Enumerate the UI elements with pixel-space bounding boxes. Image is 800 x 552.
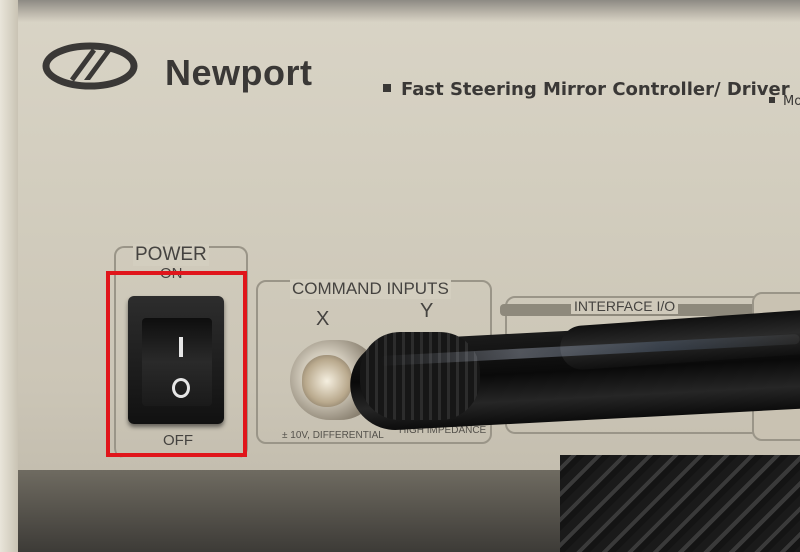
newport-logo-icon: [42, 42, 138, 90]
bnc-connector-x-nut: [302, 355, 352, 407]
header-bullet: [383, 84, 391, 92]
command-inputs-label: COMMAND INPUTS: [290, 279, 451, 299]
brand-name: Newport: [165, 52, 313, 93]
panel-left-edge: [0, 0, 18, 552]
panel-top-edge: [0, 0, 800, 22]
axis-x-label: X: [316, 308, 330, 330]
power-switch-highlight-box: [106, 271, 247, 457]
product-subtitle: Fast Steering Mirror Controller/ Driver: [401, 79, 790, 100]
input-spec-left: ± 10V, DIFFERENTIAL: [282, 430, 384, 441]
cable-strain-relief: [360, 332, 480, 420]
photo-scene: Newport Fast Steering Mirror Controller/…: [0, 0, 800, 552]
power-label: POWER: [133, 244, 209, 266]
header-bullet-2: [769, 97, 775, 103]
axis-y-label: Y: [420, 300, 434, 322]
interface-io-label: INTERFACE I/O: [571, 298, 679, 314]
background-cables: [560, 455, 800, 552]
model-label-fragment: Mo: [783, 94, 800, 109]
desk-shadow: [18, 470, 578, 552]
